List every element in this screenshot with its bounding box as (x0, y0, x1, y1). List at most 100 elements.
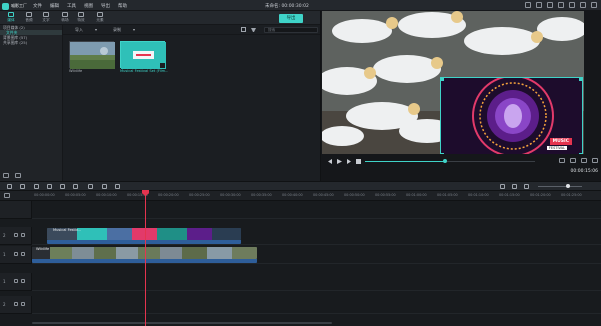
track-video-2[interactable]: Musical Festiv... (32, 227, 601, 245)
import-chevron-icon[interactable]: ▾ (95, 27, 97, 32)
eye-icon[interactable] (21, 233, 25, 237)
tab-elements[interactable]: 元素 (91, 12, 109, 24)
video-preview[interactable]: MUSIC FESTIVAL (322, 11, 584, 154)
maximize-icon[interactable] (580, 2, 586, 8)
new-folder-icon[interactable] (3, 173, 9, 178)
volume-icon[interactable] (581, 158, 587, 163)
voiceover-icon[interactable] (524, 184, 529, 189)
prev-frame-icon[interactable] (327, 159, 332, 164)
stop-icon[interactable] (356, 159, 361, 164)
ruler-tick-label: 00:00:45:00 (313, 193, 334, 197)
ruler-tick-label: 00:00:10:00 (96, 193, 117, 197)
lock-icon[interactable] (14, 302, 18, 306)
pip-overlay[interactable]: MUSIC FESTIVAL (440, 77, 583, 154)
media-panel: 导入 ▾ 录制 ▾ 搜索 Wildlife Musical Festival S… (63, 25, 320, 181)
marker-icon[interactable] (512, 184, 517, 189)
crop-icon[interactable] (60, 184, 65, 189)
library-shared[interactable]: 共享图库 (25) (0, 40, 62, 45)
undo-icon[interactable] (7, 184, 12, 189)
music-festival-audio[interactable] (47, 240, 241, 244)
cut-icon[interactable] (47, 184, 52, 189)
resize-handle[interactable] (579, 78, 582, 81)
music-festival-clip[interactable]: Musical Festiv... (47, 228, 241, 240)
ruler-tick-label: 00:00:25:00 (189, 193, 210, 197)
menu-export[interactable]: 导出 (101, 3, 110, 9)
media-thumb-music-festival[interactable] (120, 41, 166, 69)
clip-label: Musical Festiv... (53, 228, 82, 232)
adjust-icon[interactable] (102, 184, 107, 189)
clip-label: Wildlife (36, 247, 50, 251)
library-panel: 项目媒体 (2) 文件夹 背景图库 (57) 共享图库 (25) (0, 25, 63, 181)
menu-tools[interactable]: 工具 (67, 3, 76, 9)
tab-audio[interactable]: 音频 (20, 12, 38, 24)
minimize-icon[interactable] (569, 2, 575, 8)
thumb-caption: Wildlife (69, 69, 83, 73)
color-icon[interactable] (88, 184, 93, 189)
tab-media[interactable]: 媒体 (2, 12, 20, 24)
import-dropdown[interactable]: 导入 (75, 27, 83, 33)
ruler-tick-label: 00:01:15:00 (499, 193, 520, 197)
track-empty[interactable] (32, 201, 601, 219)
speaker-icon[interactable] (21, 279, 25, 283)
window-controls (520, 2, 597, 8)
tab-label: 元素 (96, 18, 104, 22)
track-audio-2[interactable] (32, 296, 601, 314)
menu-edit[interactable]: 编辑 (50, 3, 59, 9)
cart-icon[interactable] (536, 2, 542, 8)
speaker-icon[interactable] (21, 302, 25, 306)
resize-handle[interactable] (441, 153, 444, 154)
timeline-ruler[interactable]: 00:00:00:00 00:00:05:00 00:00:10:00 00:00:1… (0, 191, 601, 201)
media-thumb-wildlife[interactable] (69, 41, 115, 69)
record-chevron-icon[interactable]: ▾ (133, 27, 135, 32)
media-toolbar: 导入 ▾ 录制 ▾ 搜索 (63, 25, 320, 35)
search-input[interactable]: 搜索 (264, 27, 318, 33)
lock-icon[interactable] (14, 252, 18, 256)
snapshot-icon[interactable] (570, 158, 576, 163)
resize-handle[interactable] (441, 78, 444, 81)
playhead[interactable] (145, 193, 146, 326)
lock-icon[interactable] (14, 279, 18, 283)
elements-icon (97, 12, 103, 17)
close-icon[interactable] (591, 2, 597, 8)
resize-handle[interactable] (579, 153, 582, 154)
track-video-1[interactable]: Wildlife (32, 246, 601, 264)
next-frame-icon[interactable] (347, 159, 352, 164)
eye-icon[interactable] (21, 252, 25, 256)
tab-effects[interactable]: 特效 (72, 12, 90, 24)
import-folder-icon[interactable] (15, 173, 21, 178)
add-track-icon[interactable] (4, 193, 10, 198)
ruler-tick-label: 00:01:10:00 (468, 193, 489, 197)
account-icon[interactable] (525, 2, 531, 8)
grid-view-icon[interactable] (241, 27, 246, 32)
ruler-tick-label: 00:01:25:00 (561, 193, 582, 197)
render-icon[interactable] (500, 184, 505, 189)
track-audio-1[interactable] (32, 273, 601, 291)
scrub-handle[interactable] (442, 159, 447, 163)
audio-mixer-icon[interactable] (115, 184, 120, 189)
menu-file[interactable]: 文件 (33, 3, 42, 9)
export-button[interactable]: 导出 (279, 14, 303, 23)
play-icon[interactable] (337, 159, 342, 164)
menu-help[interactable]: 帮助 (118, 3, 127, 9)
ruler-tick-label: 00:00:35:00 (251, 193, 272, 197)
fullscreen-icon[interactable] (592, 158, 598, 163)
redo-icon[interactable] (20, 184, 25, 189)
menu-view[interactable]: 视图 (84, 3, 93, 9)
notification-icon[interactable] (547, 2, 553, 8)
speed-icon[interactable] (73, 184, 78, 189)
delete-icon[interactable] (34, 184, 39, 189)
ruler-tick-label: 00:00:00:00 (34, 193, 55, 197)
zoom-handle[interactable] (566, 184, 570, 188)
zoom-slider[interactable] (538, 186, 582, 187)
filter-icon[interactable] (251, 28, 256, 32)
lock-icon[interactable] (14, 233, 18, 237)
save-icon[interactable] (558, 2, 564, 8)
timeline-scrollbar[interactable] (32, 322, 332, 324)
display-quality-icon[interactable] (559, 158, 565, 163)
record-dropdown[interactable]: 录制 (113, 27, 121, 33)
track-header-audio-2: 2 (0, 296, 32, 314)
transition-icon (62, 12, 68, 17)
tab-text[interactable]: 文字 (37, 12, 55, 24)
track-number: 2 (3, 302, 6, 307)
playback-controls: 00:00:15:06 (321, 156, 601, 181)
